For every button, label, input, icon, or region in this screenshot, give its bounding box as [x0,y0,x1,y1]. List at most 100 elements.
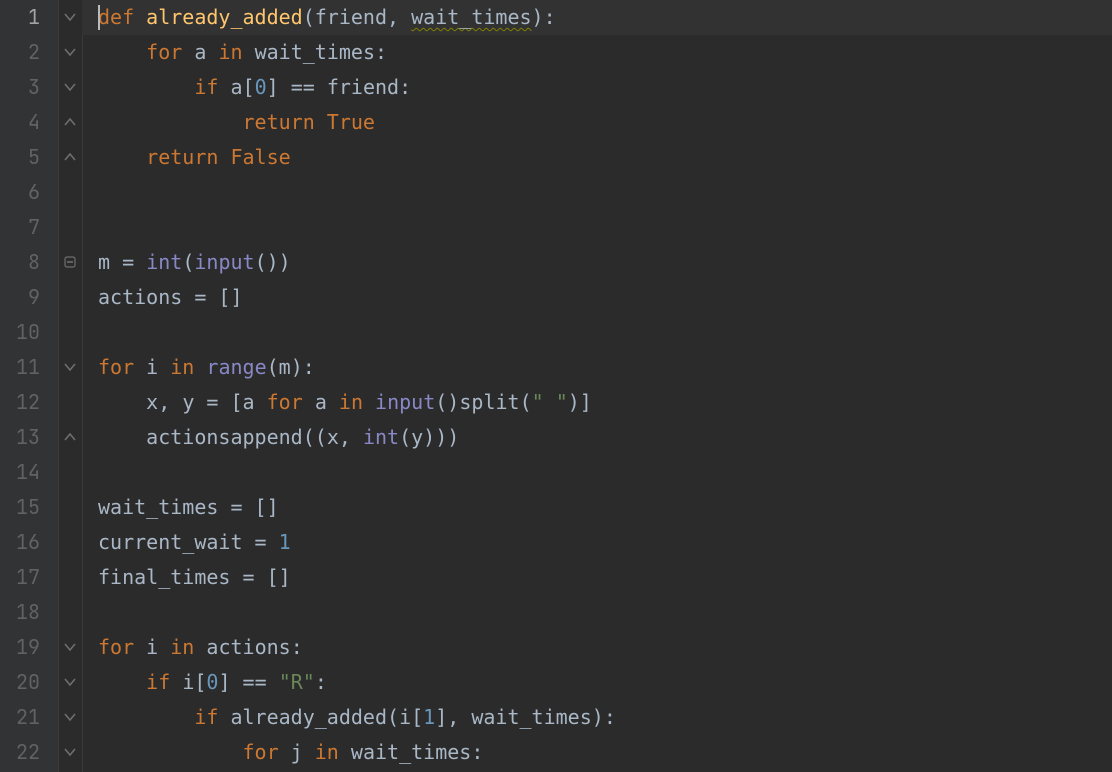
fold-open-icon[interactable] [64,46,76,58]
line-number[interactable]: 18 [0,595,40,630]
operator: == [291,75,315,99]
builtin-input: input [375,390,435,414]
var: final_times [98,565,243,589]
number: 0 [206,670,218,694]
line-number[interactable]: 12 [0,385,40,420]
var: a [243,390,267,414]
empty-list: [] [218,285,242,309]
line-number[interactable]: 20 [0,665,40,700]
function-call: already_added [230,705,387,729]
line-number[interactable]: 9 [0,280,40,315]
line-number[interactable]: 21 [0,700,40,735]
arg: x [327,425,339,449]
builtin-int: int [363,425,399,449]
number: 1 [279,530,291,554]
line-number[interactable]: 13 [0,420,40,455]
builtin-int: int [146,250,182,274]
keyword-for: for [243,740,279,764]
var: wait_times [98,495,230,519]
var: a [194,40,206,64]
line-number[interactable]: 6 [0,175,40,210]
fold-close-icon[interactable] [64,116,76,128]
var: i [146,355,158,379]
keyword-in: in [315,740,339,764]
line-number[interactable]: 5 [0,140,40,175]
keyword-in: in [218,40,242,64]
comma: , [387,5,411,29]
line-number-gutter: 1 2 3 4 5 6 7 8 9 10 11 12 13 14 15 16 1… [0,0,58,772]
line-number[interactable]: 8 [0,245,40,280]
arg: m [279,355,291,379]
param-warning: wait_times [411,5,531,29]
fold-close-icon[interactable] [64,431,76,443]
keyword-for: for [146,40,182,64]
keyword-if: if [194,75,218,99]
code-content[interactable]: def already_added(friend, wait_times): f… [98,0,1112,770]
operator: = [230,495,242,519]
code-area[interactable]: def already_added(friend, wait_times): f… [82,0,1112,772]
operator: = [194,285,206,309]
fold-open-icon[interactable] [64,256,76,268]
iterable: actions [206,635,290,659]
arg: wait_times [471,705,591,729]
line-number[interactable]: 22 [0,735,40,770]
method-append: append [230,425,302,449]
keyword-if: if [194,705,218,729]
keyword-for: for [98,355,134,379]
line-number[interactable]: 15 [0,490,40,525]
fold-open-icon[interactable] [64,641,76,653]
line-number[interactable]: 11 [0,350,40,385]
line-number[interactable]: 4 [0,105,40,140]
fold-open-icon[interactable] [64,81,76,93]
line-number[interactable]: 3 [0,70,40,105]
var: actions [98,285,194,309]
keyword-if: if [146,670,170,694]
code-editor: 1 2 3 4 5 6 7 8 9 10 11 12 13 14 15 16 1… [0,0,1112,772]
operator: = [243,565,255,589]
line-number[interactable]: 16 [0,525,40,560]
var: a [315,390,339,414]
line-number[interactable]: 7 [0,210,40,245]
param: friend [315,5,387,29]
line-number[interactable]: 19 [0,630,40,665]
function-name: already_added [146,5,303,29]
keyword-in: in [339,390,363,414]
var: i [146,635,158,659]
operator: = [122,250,134,274]
fold-open-icon[interactable] [64,11,76,23]
line-number[interactable]: 14 [0,455,40,490]
keyword-false: False [230,145,290,169]
empty-list: [] [267,565,291,589]
fold-close-icon[interactable] [64,151,76,163]
keyword-for: for [267,390,303,414]
arg: i [399,705,411,729]
fold-open-icon[interactable] [64,361,76,373]
keyword-in: in [170,355,194,379]
keyword-for: for [98,635,134,659]
builtin-range: range [206,355,266,379]
builtin-input: input [194,250,254,274]
iterable: wait_times [255,40,375,64]
operator: = [255,530,267,554]
var: actions [146,425,230,449]
iterable: wait_times [351,740,471,764]
keyword-return: return [243,110,315,134]
var: m [98,250,122,274]
method-split: split [459,390,519,414]
line-number[interactable]: 2 [0,35,40,70]
paren-open: ( [303,5,315,29]
line-number[interactable]: 10 [0,315,40,350]
operator: = [206,390,218,414]
var: y [182,390,206,414]
var: a [230,75,242,99]
string-literal: " " [532,390,568,414]
line-number[interactable]: 1 [0,0,40,35]
keyword-return: return [146,145,218,169]
fold-open-icon[interactable] [64,746,76,758]
fold-open-icon[interactable] [64,676,76,688]
line-number[interactable]: 17 [0,560,40,595]
fold-open-icon[interactable] [64,711,76,723]
paren-close: ): [532,5,556,29]
fold-gutter [58,0,82,772]
var: friend [327,75,399,99]
